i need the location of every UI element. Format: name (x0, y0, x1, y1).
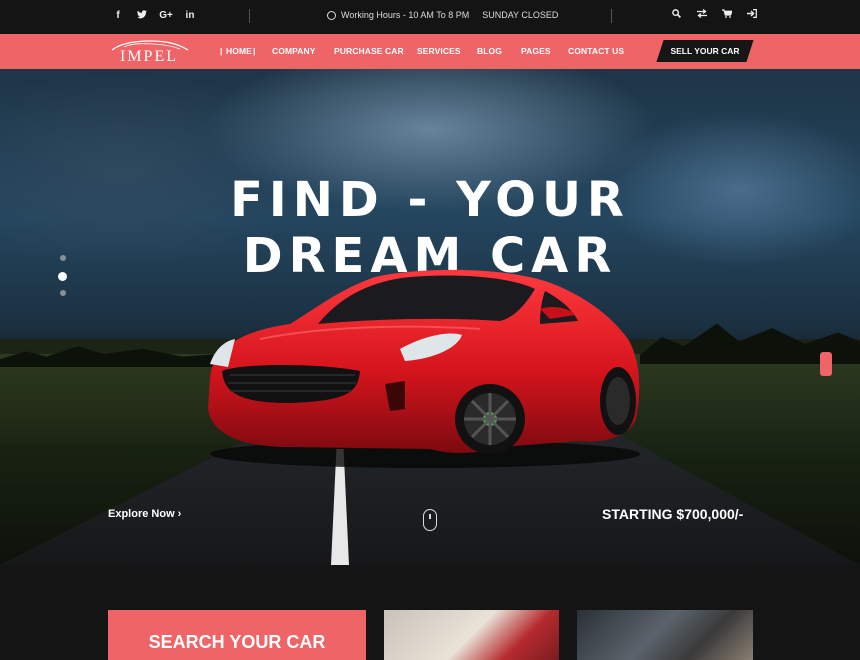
main-nav-bar: IMPEL | HOME | COMPANY PURCHASE CAR SERV… (0, 34, 860, 69)
slide-dot-3[interactable] (60, 290, 66, 296)
starting-price: STARTING $700,000/- (602, 506, 744, 522)
divider (249, 9, 250, 23)
search-card-title: SEARCH YOUR CAR (148, 632, 326, 652)
twitter-icon[interactable] (130, 10, 154, 22)
hero-slider: FIND - YOUR DREAM CAR Explore Now › STAR… (0, 69, 860, 565)
features-section: SEARCH YOUR CAR (0, 565, 860, 660)
slide-dot-2-active[interactable] (58, 272, 67, 281)
nav-item-contact-us[interactable]: CONTACT US (568, 46, 624, 56)
car-mini-icon[interactable] (820, 352, 832, 376)
nav-separator: | (253, 46, 256, 56)
linkedin-icon[interactable]: in (178, 10, 202, 22)
red-sports-car-image (208, 269, 640, 468)
clock-icon (327, 10, 336, 20)
nav-item-home[interactable]: HOME (226, 46, 252, 56)
compare-icon[interactable] (689, 8, 714, 21)
social-links: f G+ in (106, 10, 202, 22)
login-icon[interactable] (739, 9, 764, 21)
hero-headline-line-1: FIND - YOUR (230, 172, 630, 228)
facebook-icon[interactable]: f (106, 10, 130, 22)
nav-item-services[interactable]: SERVICES (417, 46, 461, 56)
working-hours: Working Hours - 10 AM To 8 PM SUNDAY CLO… (327, 10, 558, 20)
brand-name: IMPEL (120, 48, 178, 65)
slide-dot-1[interactable] (60, 255, 66, 261)
search-your-car-card[interactable]: SEARCH YOUR CAR (108, 610, 366, 660)
logo[interactable]: IMPEL (110, 38, 190, 66)
closed-text: SUNDAY CLOSED (482, 10, 559, 20)
topbar-icons (664, 8, 764, 21)
google-plus-icon[interactable]: G+ (154, 10, 178, 22)
scroll-down-mouse-icon[interactable] (423, 509, 437, 531)
divider (611, 9, 612, 23)
hours-text: Working Hours - 10 AM To 8 PM (341, 10, 470, 20)
search-icon[interactable] (664, 9, 689, 21)
nav-item-company[interactable]: COMPANY (272, 46, 316, 56)
cart-icon[interactable] (714, 9, 739, 21)
explore-now-link[interactable]: Explore Now › (108, 508, 181, 520)
nav-item-blog[interactable]: BLOG (477, 46, 502, 56)
nav-item-pages[interactable]: PAGES (521, 46, 551, 56)
nav-separator: | (220, 46, 223, 56)
woman-with-keys-photo (384, 610, 559, 660)
top-bar: f G+ in Working Hours - 10 AM To 8 PM SU… (0, 0, 860, 34)
nav-item-purchase-car[interactable]: PURCHASE CAR (334, 46, 404, 56)
car-keys-photo (577, 610, 753, 660)
sell-your-car-button[interactable]: SELL YOUR CAR (660, 46, 750, 56)
